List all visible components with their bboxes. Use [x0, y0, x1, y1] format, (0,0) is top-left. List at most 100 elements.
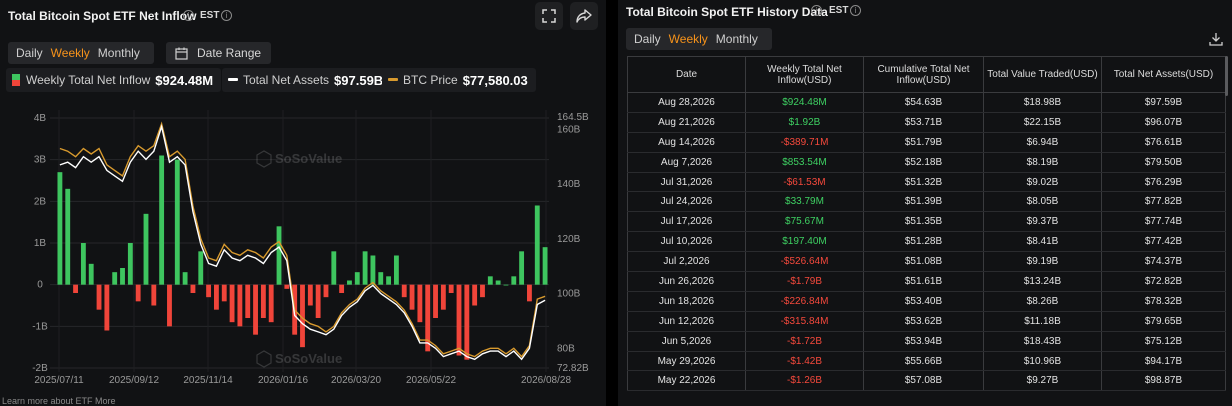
legend-net-assets[interactable]: Total Net Assets $97.59B [222, 68, 392, 92]
cell-net-assets: $77.82B [1101, 191, 1226, 213]
tab-weekly[interactable]: Weekly [665, 32, 712, 46]
timezone-info-icon[interactable]: i [221, 10, 232, 21]
cell-date: Jul 24,2026 [627, 191, 746, 213]
cell-date: Jul 10,2026 [627, 231, 746, 253]
legend-btc-price[interactable]: BTC Price $77,580.03 [382, 68, 536, 92]
legend-value: $77,580.03 [462, 72, 528, 88]
share-button[interactable] [570, 2, 598, 30]
footer-link[interactable]: Learn more about ETF More [2, 396, 116, 406]
cell-value-traded: $10.96B [983, 351, 1102, 372]
inflow-bar [362, 251, 368, 285]
x-tick-label: 2025/11/14 [183, 375, 233, 386]
table-row[interactable]: Aug 7,2026 $853.54M $52.18B $8.19B $79.50B [627, 152, 1226, 173]
tab-weekly[interactable]: Weekly [47, 46, 94, 60]
cell-cumulative-inflow: $51.32B [863, 172, 984, 193]
legend-value: $924.48M [155, 72, 214, 88]
cell-weekly-inflow: -$1.79B [745, 271, 864, 292]
x-tick-label: 2025/09/12 [109, 375, 159, 386]
column-header-net-assets[interactable]: Total Net Assets(USD) [1101, 56, 1226, 93]
fullscreen-button[interactable] [535, 2, 563, 30]
legend-net-inflow[interactable]: Weekly Total Net Inflow $924.48M [6, 68, 222, 92]
inflow-bar [401, 284, 407, 298]
inflow-bar [511, 276, 517, 285]
table-row[interactable]: Jun 18,2026 -$226.84M $53.40B $8.26B $78.32B [627, 291, 1226, 312]
table-row[interactable]: Jul 24,2026 $33.79M $51.39B $8.05B $77.82B [627, 191, 1226, 213]
column-header-weekly-inflow[interactable]: Weekly Total Net Inflow(USD) [745, 56, 864, 93]
timezone-info-icon[interactable]: i [850, 5, 861, 16]
download-icon[interactable] [1209, 32, 1223, 46]
cell-cumulative-inflow: $53.62B [863, 311, 984, 332]
cell-cumulative-inflow: $53.94B [863, 331, 984, 352]
watermark-text: SoSoValue [275, 151, 342, 166]
tab-monthly[interactable]: Monthly [94, 46, 144, 60]
cell-date: Jun 5,2026 [627, 331, 746, 352]
table-row[interactable]: Jun 12,2026 -$315.84M $53.62B $11.18B $79.65… [627, 311, 1226, 332]
cell-value-traded: $9.37B [983, 211, 1102, 233]
table-row[interactable]: May 29,2026 -$1.42B $55.66B $10.96B $94.17B [627, 351, 1226, 372]
info-icon[interactable]: i [183, 10, 194, 21]
inflow-bar [229, 284, 235, 323]
table-row[interactable]: Aug 28,2026 $924.48M $54.63B $18.98B $97.59B [627, 92, 1226, 113]
inflow-bar [440, 284, 446, 310]
cell-net-assets: $76.61B [1101, 132, 1226, 153]
table-row[interactable]: Jul 10,2026 $197.40M $51.28B $8.41B $77.42B [627, 231, 1226, 253]
tab-daily[interactable]: Daily [12, 46, 47, 60]
tab-daily[interactable]: Daily [630, 32, 665, 46]
table-row[interactable]: Aug 21,2026 $1.92B $53.71B $22.15B $96.07B [627, 112, 1226, 133]
inflow-bar [143, 213, 149, 285]
y-tick-label: 0 [37, 280, 43, 291]
cell-weekly-inflow: $75.67M [745, 211, 864, 233]
cell-net-assets: $79.65B [1101, 311, 1226, 332]
inflow-bar [174, 159, 180, 285]
line-swatch-icon [228, 78, 238, 81]
cell-net-assets: $97.59B [1101, 92, 1226, 113]
inflow-bar [135, 284, 141, 302]
tab-monthly[interactable]: Monthly [712, 32, 762, 46]
table-row[interactable]: May 22,2026 -$1.26B $57.08B $9.27B $98.87B [627, 370, 1226, 392]
inflow-bar [464, 284, 470, 360]
bar-swatch-icon [12, 74, 20, 86]
cell-cumulative-inflow: $51.08B [863, 251, 984, 273]
date-range-label: Date Range [197, 46, 262, 60]
cell-value-traded: $9.19B [983, 251, 1102, 273]
cell-date: Jul 31,2026 [627, 172, 746, 193]
inflow-bar [88, 263, 94, 285]
cell-net-assets: $96.07B [1101, 112, 1226, 133]
cell-net-assets: $77.42B [1101, 231, 1226, 253]
watermark: SoSoValue SoSoValue [256, 150, 342, 368]
share-icon [576, 9, 592, 23]
cell-net-assets: $98.87B [1101, 370, 1226, 392]
table-row[interactable]: Jul 31,2026 -$61.53M $51.32B $9.02B $76.29B [627, 172, 1226, 193]
table-row[interactable]: Aug 14,2026 -$389.71M $51.79B $6.94B $76.61B [627, 132, 1226, 153]
table-row[interactable]: Jul 2,2026 -$526.64M $51.08B $9.19B $74.37B [627, 251, 1226, 273]
cell-cumulative-inflow: $57.08B [863, 370, 984, 392]
inflow-bar [198, 251, 204, 285]
inflow-bar [127, 243, 133, 285]
legend-value: $97.59B [334, 72, 384, 88]
table-header-row: Date Weekly Total Net Inflow(USD) Cumula… [627, 56, 1226, 93]
cell-weekly-inflow: -$389.71M [745, 132, 864, 153]
cell-date: Aug 21,2026 [627, 112, 746, 133]
column-header-value-traded[interactable]: Total Value Traded(USD) [983, 56, 1102, 93]
table-scrollbar[interactable] [1225, 56, 1228, 96]
cell-date: Jul 2,2026 [627, 251, 746, 273]
watermark-icon [256, 350, 272, 368]
cell-date: Jul 17,2026 [627, 211, 746, 233]
inflow-bar [527, 284, 532, 302]
inflow-bar [190, 284, 196, 293]
info-icon[interactable]: i [811, 5, 822, 16]
column-header-date[interactable]: Date [627, 56, 746, 93]
table-row[interactable]: Jun 5,2026 -$1.72B $53.94B $18.43B $75.12B [627, 331, 1226, 352]
cell-weekly-inflow: -$226.84M [745, 291, 864, 312]
inflow-bar [151, 284, 157, 306]
net-inflow-chart[interactable]: SoSoValue SoSoValue 4B 3B 2B 1B 0 -1B -2B 164.5… [0, 100, 606, 390]
table-row[interactable]: Jun 26,2026 -$1.79B $51.61B $13.24B $72.82B [627, 271, 1226, 292]
column-header-cumulative-inflow[interactable]: Cumulative Total Net Inflow(USD) [863, 56, 984, 93]
date-range-button[interactable]: Date Range [166, 42, 272, 64]
inflow-bar [354, 272, 360, 285]
cell-value-traded: $13.24B [983, 271, 1102, 292]
table-row[interactable]: Jul 17,2026 $75.67M $51.35B $9.37B $77.74B [627, 211, 1226, 233]
cell-date: Aug 14,2026 [627, 132, 746, 153]
cell-value-traded: $18.43B [983, 331, 1102, 352]
inflow-bar [347, 280, 352, 285]
